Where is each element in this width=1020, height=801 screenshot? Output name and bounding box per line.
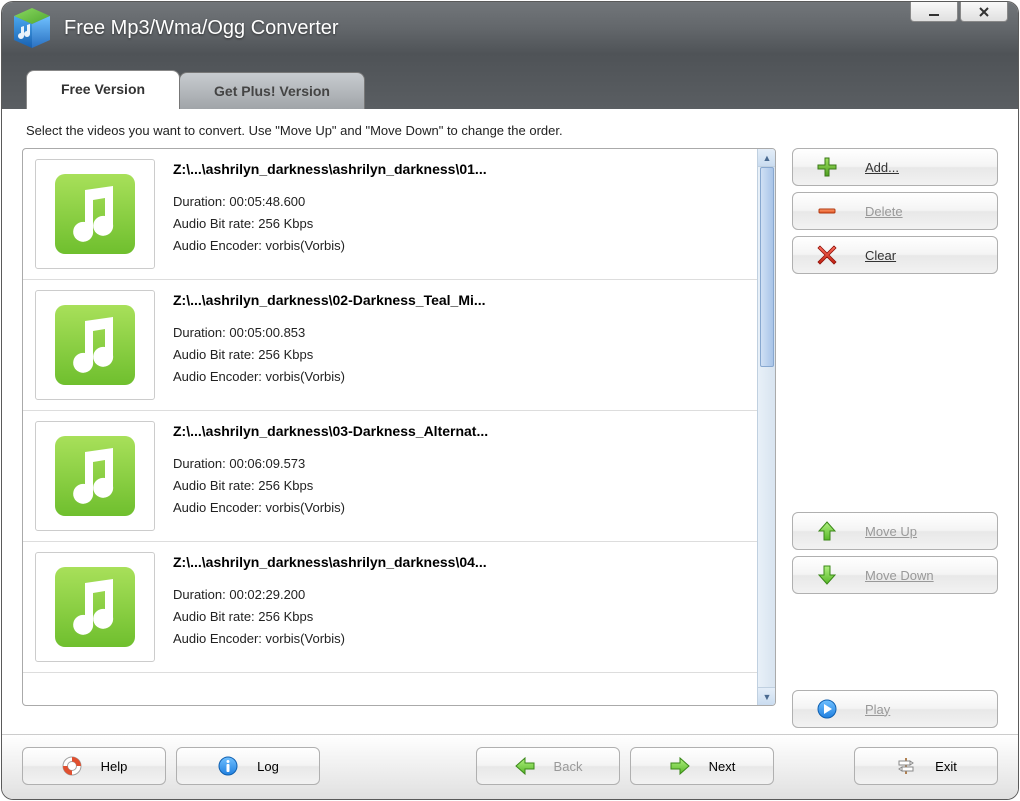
item-encoder: Audio Encoder: vorbis(Vorbis) [173, 628, 745, 650]
item-title: Z:\...\ashrilyn_darkness\03-Darkness_Alt… [173, 423, 745, 439]
exit-label: Exit [935, 759, 957, 774]
log-label: Log [257, 759, 279, 774]
next-label: Next [709, 759, 736, 774]
item-title: Z:\...\ashrilyn_darkness\02-Darkness_Tea… [173, 292, 745, 308]
delete-label: Delete [865, 204, 903, 219]
list-item[interactable]: Z:\...\ashrilyn_darkness\02-Darkness_Tea… [23, 280, 757, 411]
move-down-button[interactable]: Move Down [792, 556, 998, 594]
item-bitrate: Audio Bit rate: 256 Kbps [173, 344, 745, 366]
tab-free-version[interactable]: Free Version [26, 70, 180, 109]
log-button[interactable]: Log [176, 747, 320, 785]
bottom-bar: Help Log Back Next Exit [2, 734, 1018, 799]
list-item[interactable]: Z:\...\ashrilyn_darkness\03-Darkness_Alt… [23, 411, 757, 542]
scroll-down-arrow[interactable]: ▼ [758, 687, 776, 705]
move-up-label: Move Up [865, 524, 917, 539]
move-up-button[interactable]: Move Up [792, 512, 998, 550]
lifebuoy-icon [61, 755, 83, 777]
music-note-icon [49, 430, 141, 522]
clear-button[interactable]: Clear [792, 236, 998, 274]
item-duration: Duration: 00:06:09.573 [173, 453, 745, 475]
instruction-text: Select the videos you want to convert. U… [22, 119, 998, 148]
item-encoder: Audio Encoder: vorbis(Vorbis) [173, 497, 745, 519]
move-down-label: Move Down [865, 568, 934, 583]
item-duration: Duration: 00:05:00.853 [173, 322, 745, 344]
music-thumbnail [35, 421, 155, 531]
tab-plus-version[interactable]: Get Plus! Version [179, 72, 365, 109]
music-note-icon [49, 299, 141, 391]
list-item[interactable]: Z:\...\ashrilyn_darkness\ashrilyn_darkne… [23, 542, 757, 673]
next-button[interactable]: Next [630, 747, 774, 785]
play-button[interactable]: Play [792, 690, 998, 728]
scrollbar[interactable]: ▲ ▼ [757, 149, 775, 705]
delete-button[interactable]: Delete [792, 192, 998, 230]
item-duration: Duration: 00:02:29.200 [173, 584, 745, 606]
clear-label: Clear [865, 248, 896, 263]
item-encoder: Audio Encoder: vorbis(Vorbis) [173, 366, 745, 388]
arrow-down-icon [815, 563, 839, 587]
item-bitrate: Audio Bit rate: 256 Kbps [173, 475, 745, 497]
music-note-icon [49, 168, 141, 260]
scroll-up-arrow[interactable]: ▲ [758, 149, 776, 167]
music-thumbnail [35, 159, 155, 269]
app-icon [10, 6, 54, 50]
music-note-icon [49, 561, 141, 653]
music-thumbnail [35, 290, 155, 400]
back-label: Back [554, 759, 583, 774]
file-list: Z:\...\ashrilyn_darkness\ashrilyn_darkne… [22, 148, 776, 706]
item-encoder: Audio Encoder: vorbis(Vorbis) [173, 235, 745, 257]
scroll-thumb[interactable] [760, 167, 774, 367]
signpost-icon [895, 755, 917, 777]
item-duration: Duration: 00:05:48.600 [173, 191, 745, 213]
window-title: Free Mp3/Wma/Ogg Converter [64, 17, 339, 40]
tab-row: Free Version Get Plus! Version [2, 54, 1018, 109]
minimize-button[interactable] [910, 2, 958, 22]
item-title: Z:\...\ashrilyn_darkness\ashrilyn_darkne… [173, 161, 745, 177]
exit-button[interactable]: Exit [854, 747, 998, 785]
minus-icon [815, 199, 839, 223]
titlebar: Free Mp3/Wma/Ogg Converter [2, 2, 1018, 54]
add-button[interactable]: Add... [792, 148, 998, 186]
close-button[interactable] [960, 2, 1008, 22]
x-icon [815, 243, 839, 267]
add-label: Add... [865, 160, 899, 175]
arrow-left-icon [514, 755, 536, 777]
help-label: Help [101, 759, 128, 774]
play-icon [815, 697, 839, 721]
arrow-up-icon [815, 519, 839, 543]
plus-icon [815, 155, 839, 179]
list-item[interactable]: Z:\...\ashrilyn_darkness\ashrilyn_darkne… [23, 149, 757, 280]
music-thumbnail [35, 552, 155, 662]
back-button[interactable]: Back [476, 747, 620, 785]
info-icon [217, 755, 239, 777]
arrow-right-icon [669, 755, 691, 777]
play-label: Play [865, 702, 890, 717]
item-bitrate: Audio Bit rate: 256 Kbps [173, 213, 745, 235]
item-title: Z:\...\ashrilyn_darkness\ashrilyn_darkne… [173, 554, 745, 570]
item-bitrate: Audio Bit rate: 256 Kbps [173, 606, 745, 628]
help-button[interactable]: Help [22, 747, 166, 785]
